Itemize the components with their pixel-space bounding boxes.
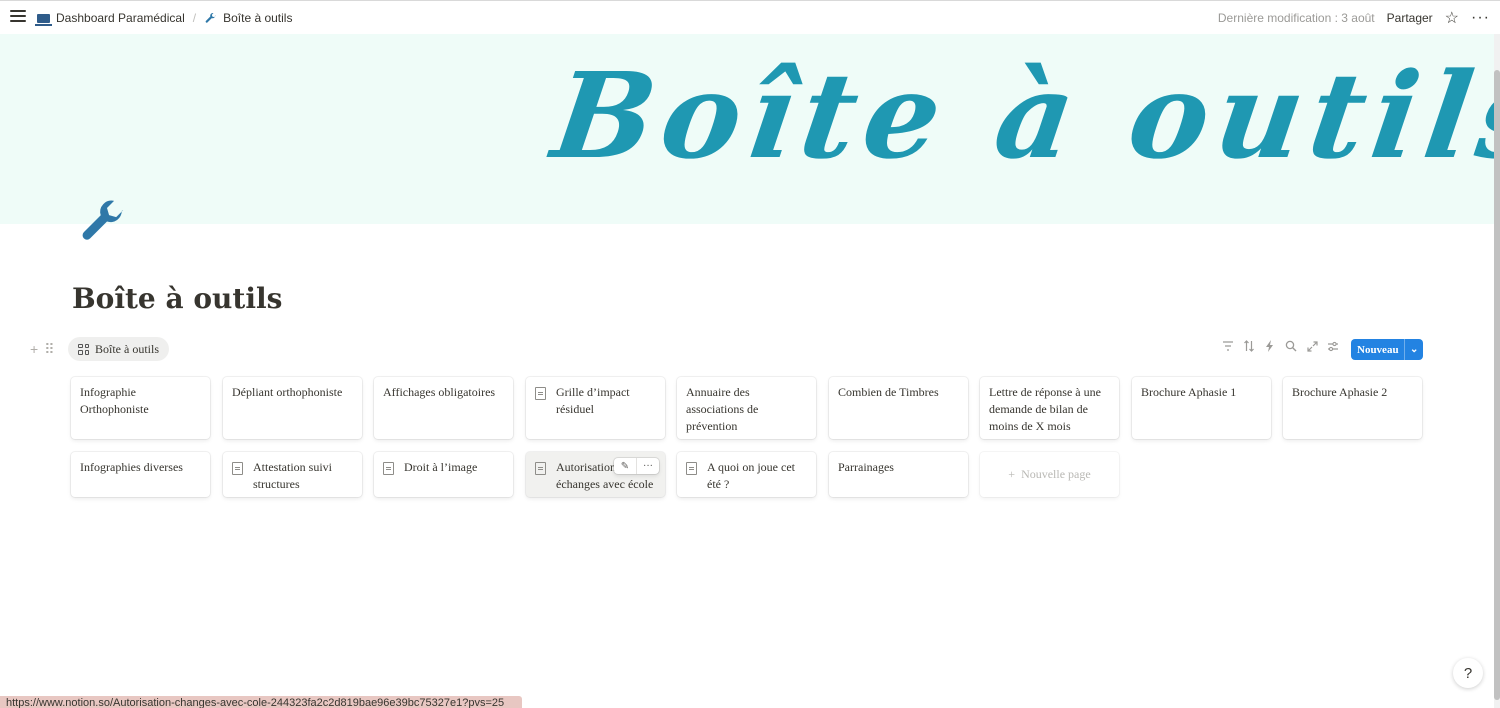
edit-pencil-icon[interactable]: ✎ [614, 458, 636, 474]
document-icon [232, 462, 243, 475]
gallery-card[interactable]: Annuaire des associations de prévention [677, 377, 816, 439]
breadcrumb-label: Boîte à outils [223, 11, 293, 25]
new-page-label: Nouvelle page [1021, 467, 1091, 481]
scrollbar-thumb[interactable] [1494, 70, 1500, 700]
card-title: Infographies diverses [80, 460, 183, 474]
document-icon [535, 387, 546, 400]
top-bar: Dashboard Paramédical / Boîte à outils D… [0, 0, 1500, 34]
new-button-label[interactable]: Nouveau [1351, 344, 1404, 356]
gallery-card[interactable]: Brochure Aphasie 1 [1132, 377, 1271, 439]
breadcrumb: Dashboard Paramédical / Boîte à outils [35, 11, 292, 26]
gallery-card[interactable]: Parrainages [829, 452, 968, 497]
gallery-card[interactable]: Combien de Timbres [829, 377, 968, 439]
sidebar-toggle-icon[interactable] [10, 10, 26, 24]
breadcrumb-label: Dashboard Paramédical [56, 11, 185, 25]
gallery-card[interactable]: Infographies diverses [71, 452, 210, 497]
gallery-card[interactable]: Brochure Aphasie 2 [1283, 377, 1422, 439]
card-title: Brochure Aphasie 1 [1141, 385, 1237, 399]
search-icon[interactable] [1285, 339, 1297, 353]
card-title: Attestation suivi structures [253, 460, 332, 491]
favorite-star-icon[interactable]: ☆ [1445, 8, 1459, 28]
gallery-card[interactable]: Affichages obligatoires [374, 377, 513, 439]
page-title[interactable]: Boîte à outils [72, 282, 282, 315]
card-title: Grille d’impact résiduel [556, 385, 630, 416]
gallery-card[interactable]: Dépliant orthophoniste [223, 377, 362, 439]
drag-handle-icon[interactable]: ⠿ [44, 341, 54, 358]
help-button[interactable]: ? [1453, 658, 1483, 688]
card-title: Brochure Aphasie 2 [1292, 385, 1388, 399]
card-title: Parrainages [838, 460, 894, 474]
chevron-down-icon[interactable]: ⌄ [1404, 339, 1423, 360]
top-actions: Dernière modification : 3 août Partager … [1218, 1, 1500, 35]
wrench-icon [205, 12, 217, 23]
gallery-card[interactable]: Grille d’impact résiduel [526, 377, 665, 439]
gallery-card[interactable]: A quoi on joue cet été ? [677, 452, 816, 497]
gallery-card[interactable]: Infographie Orthophoniste [71, 377, 210, 439]
database-toolbar [1222, 339, 1339, 353]
share-button[interactable]: Partager [1387, 11, 1433, 25]
wrench-icon[interactable] [77, 198, 127, 248]
card-title: Infographie Orthophoniste [80, 385, 149, 416]
breadcrumb-item-current[interactable]: Boîte à outils [204, 11, 292, 25]
sort-icon[interactable] [1243, 339, 1255, 353]
lightning-icon[interactable] [1264, 339, 1276, 353]
new-page-button[interactable]: + Nouvelle page [980, 452, 1119, 497]
gallery-view-icon [78, 343, 89, 355]
gallery-card[interactable]: Lettre de réponse à une demande de bilan… [980, 377, 1119, 439]
card-title: Combien de Timbres [838, 385, 939, 399]
document-icon [686, 462, 697, 475]
filter-icon[interactable] [1222, 339, 1234, 353]
scrollbar[interactable] [1494, 34, 1500, 708]
more-options-icon[interactable]: ··· [1471, 9, 1490, 27]
card-title: Annuaire des associations de prévention [686, 385, 759, 433]
gallery-card[interactable]: Autorisation échanges avec école ✎ ··· [526, 452, 665, 497]
card-title: Affichages obligatoires [383, 385, 496, 399]
card-title: Lettre de réponse à une demande de bilan… [989, 385, 1101, 433]
card-actions: ✎ ··· [614, 458, 659, 474]
status-bar-url: https://www.notion.so/Autorisation-chang… [0, 696, 522, 708]
document-icon [535, 462, 546, 475]
view-tab-gallery[interactable]: Boîte à outils [68, 337, 169, 361]
new-button: Nouveau ⌄ [1351, 339, 1423, 360]
last-modified-text: Dernière modification : 3 août [1217, 11, 1375, 25]
breadcrumb-separator: / [192, 11, 197, 25]
breadcrumb-item-dashboard[interactable]: Dashboard Paramédical [35, 11, 185, 26]
card-title: A quoi on joue cet été ? [707, 460, 795, 491]
help-question-icon: ? [1463, 664, 1473, 682]
plus-icon: + [1008, 467, 1016, 481]
gallery-card[interactable]: Droit à l’image [374, 452, 513, 497]
gallery-card[interactable]: Attestation suivi structures [223, 452, 362, 497]
page-cover: Boîte à outils [0, 34, 1500, 224]
laptop-icon [35, 13, 52, 26]
settings-icon[interactable] [1327, 339, 1339, 353]
view-tab-label: Boîte à outils [95, 341, 159, 356]
card-title: Droit à l’image [404, 460, 478, 474]
document-icon [383, 462, 394, 475]
expand-icon[interactable] [1306, 339, 1318, 353]
card-more-icon[interactable]: ··· [636, 458, 659, 474]
card-title: Dépliant orthophoniste [232, 385, 343, 399]
cover-title-art: Boîte à outils [545, 46, 1500, 185]
add-block-icon[interactable]: + [30, 341, 38, 358]
block-handles: + ⠿ [30, 341, 54, 358]
